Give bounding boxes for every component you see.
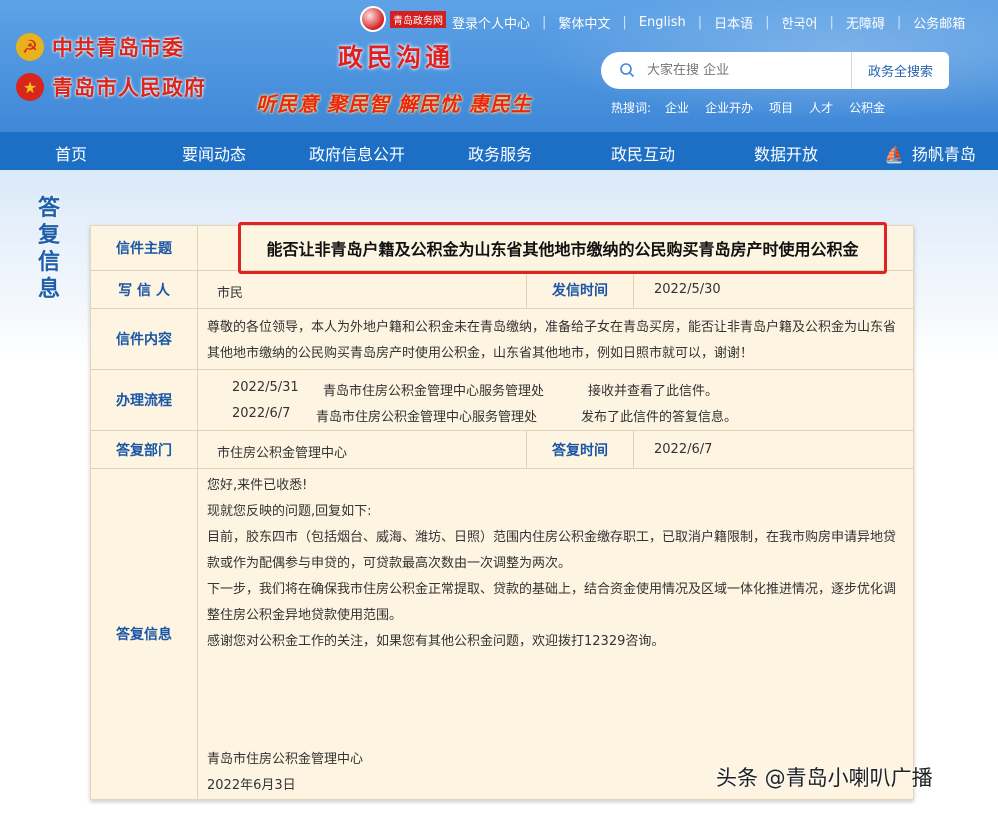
hot-words-label: 热搜词: [611,101,652,115]
search-button[interactable]: 政务全搜索 [851,52,949,89]
top-link-english[interactable]: English [627,15,698,30]
reply-paragraph: 现就您反映的问题,回复如下: [207,504,372,519]
top-link-accessibility[interactable]: 无障碍 [834,13,897,32]
reply-paragraph: 下一步，我们将在确保我市住房公积金正常提取、贷款的基础上，结合资金使用情况及区域… [207,582,897,623]
top-link-japanese[interactable]: 日本语 [702,13,765,32]
subject-label: 信件主题 [91,226,198,270]
writer-value: 市民 [217,286,244,301]
party-committee-text: 中共青岛市委 [52,36,184,60]
portal-badge: 青岛政务网 [390,10,446,28]
hot-word[interactable]: 项目 [769,99,793,116]
hot-word[interactable]: 企业 [665,99,689,116]
site-header: ☭ 中共青岛市委 ★ 青岛市人民政府 青岛政务网 政民沟通 听民意 聚民智 解民… [0,0,998,132]
hot-word[interactable]: 人才 [809,99,833,116]
portal-logo[interactable]: 青岛政务网 [360,6,446,32]
reply-sign-date: 2022年6月3日 [207,778,296,793]
government-text: 青岛市人民政府 [52,76,206,100]
writer-label: 写 信 人 [91,271,198,308]
top-link-login[interactable]: 登录个人中心 [440,13,542,32]
portal-slogan: 听民意 聚民智 解民忧 惠民生 [256,92,532,116]
portal-globe-icon [360,6,386,32]
reply-label: 答复信息 [91,469,198,799]
flow-date: 2022/6/7 [232,406,291,421]
portal-title: 政民沟通 [338,43,455,72]
letter-content: 尊敬的各位领导，本人为外地户籍和公积金未在青岛缴纳，准备给子女在青岛买房，能否让… [207,320,897,361]
hot-words: 热搜词: 企业 企业开办 项目 人才 公积金 [611,99,901,116]
row-flow: 办理流程 2022/5/31 青岛市住房公积金管理中心服务管理处 接收并查看了此… [91,370,913,431]
letter-subject: 能否让非青岛户籍及公积金为山东省其他地市缴纳的公民购买青岛房产时使用公积金 [238,222,887,274]
nav-item-interaction[interactable]: 政民互动 [611,141,675,165]
hot-word[interactable]: 企业开办 [705,99,753,116]
side-label: 答复信息 [38,196,61,302]
main-nav: 首页 要闻动态 政府信息公开 政务服务 政民互动 数据开放 ⛵ 扬帆青岛 [0,132,998,170]
top-links: 登录个人中心 | 繁体中文 | English | 日本语 | 한국어 | 无障碍 | 公务… [440,13,977,32]
search-box: 政务全搜索 [601,52,949,89]
flow-action: 发布了此信件的答复信息。 [581,410,738,425]
nav-item-services[interactable]: 政务服务 [468,141,532,165]
sent-time-label: 发信时间 [526,271,634,308]
nav-item-info-disclosure[interactable]: 政府信息公开 [309,141,405,165]
reply-paragraph: 目前，胶东四市（包括烟台、威海、潍坊、日照）范围内住房公积金缴存职工，已取消户籍… [207,530,897,571]
top-link-korean[interactable]: 한국어 [770,13,830,32]
reply-time-label: 答复时间 [526,431,634,468]
search-icon [619,62,637,80]
reply-dept-label: 答复部门 [91,431,198,468]
row-reply: 答复信息 您好,来件已收悉! 现就您反映的问题,回复如下: 目前，胶东四市（包括… [91,469,913,799]
sailboat-icon: ⛵ [884,145,904,164]
nav-item-news[interactable]: 要闻动态 [182,141,246,165]
top-link-traditional[interactable]: 繁体中文 [546,13,622,32]
watermark: 头条 @青岛小喇叭广播 [716,766,933,790]
reply-time-value: 2022/6/7 [654,442,713,457]
top-link-email[interactable]: 公务邮箱 [901,13,977,32]
national-emblem-icon: ★ [16,73,44,101]
party-committee-link[interactable]: ☭ 中共青岛市委 [16,32,184,62]
nav-item-home[interactable]: 首页 [55,141,87,165]
flow-date: 2022/5/31 [232,380,299,395]
party-emblem-icon: ☭ [16,33,44,61]
flow-action: 接收并查看了此信件。 [588,384,719,399]
row-reply-dept: 答复部门 市住房公积金管理中心 答复时间 2022/6/7 [91,431,913,469]
nav-item-yangfan-label: 扬帆青岛 [911,145,976,164]
hot-word[interactable]: 公积金 [849,99,885,116]
search-input[interactable] [647,63,847,78]
sent-time-value: 2022/5/30 [654,282,721,297]
reply-paragraph: 您好,来件已收悉! [207,478,308,493]
row-content: 信件内容 尊敬的各位领导，本人为外地户籍和公积金未在青岛缴纳，准备给子女在青岛买… [91,309,913,370]
content-label: 信件内容 [91,309,198,369]
reply-dept-value: 市住房公积金管理中心 [217,446,348,461]
flow-dept: 青岛市住房公积金管理中心服务管理处 [323,384,545,399]
flow-dept: 青岛市住房公积金管理中心服务管理处 [316,410,538,425]
letter-table: 信件主题 写 信 人 市民 发信时间 2022/5/30 信件内容 尊敬的各位领… [90,225,914,800]
nav-item-open-data[interactable]: 数据开放 [754,141,818,165]
flow-label: 办理流程 [91,370,198,430]
nav-item-yangfan[interactable]: ⛵ 扬帆青岛 [884,141,976,165]
reply-signature: 青岛市住房公积金管理中心 [207,752,364,767]
government-link[interactable]: ★ 青岛市人民政府 [16,72,206,102]
row-writer: 写 信 人 市民 发信时间 2022/5/30 [91,271,913,309]
reply-paragraph: 感谢您对公积金工作的关注，如果您有其他公积金问题，欢迎拨打12329咨询。 [207,634,665,649]
reply-body: 您好,来件已收悉! 现就您反映的问题,回复如下: 目前，胶东四市（包括烟台、威海… [207,473,907,793]
